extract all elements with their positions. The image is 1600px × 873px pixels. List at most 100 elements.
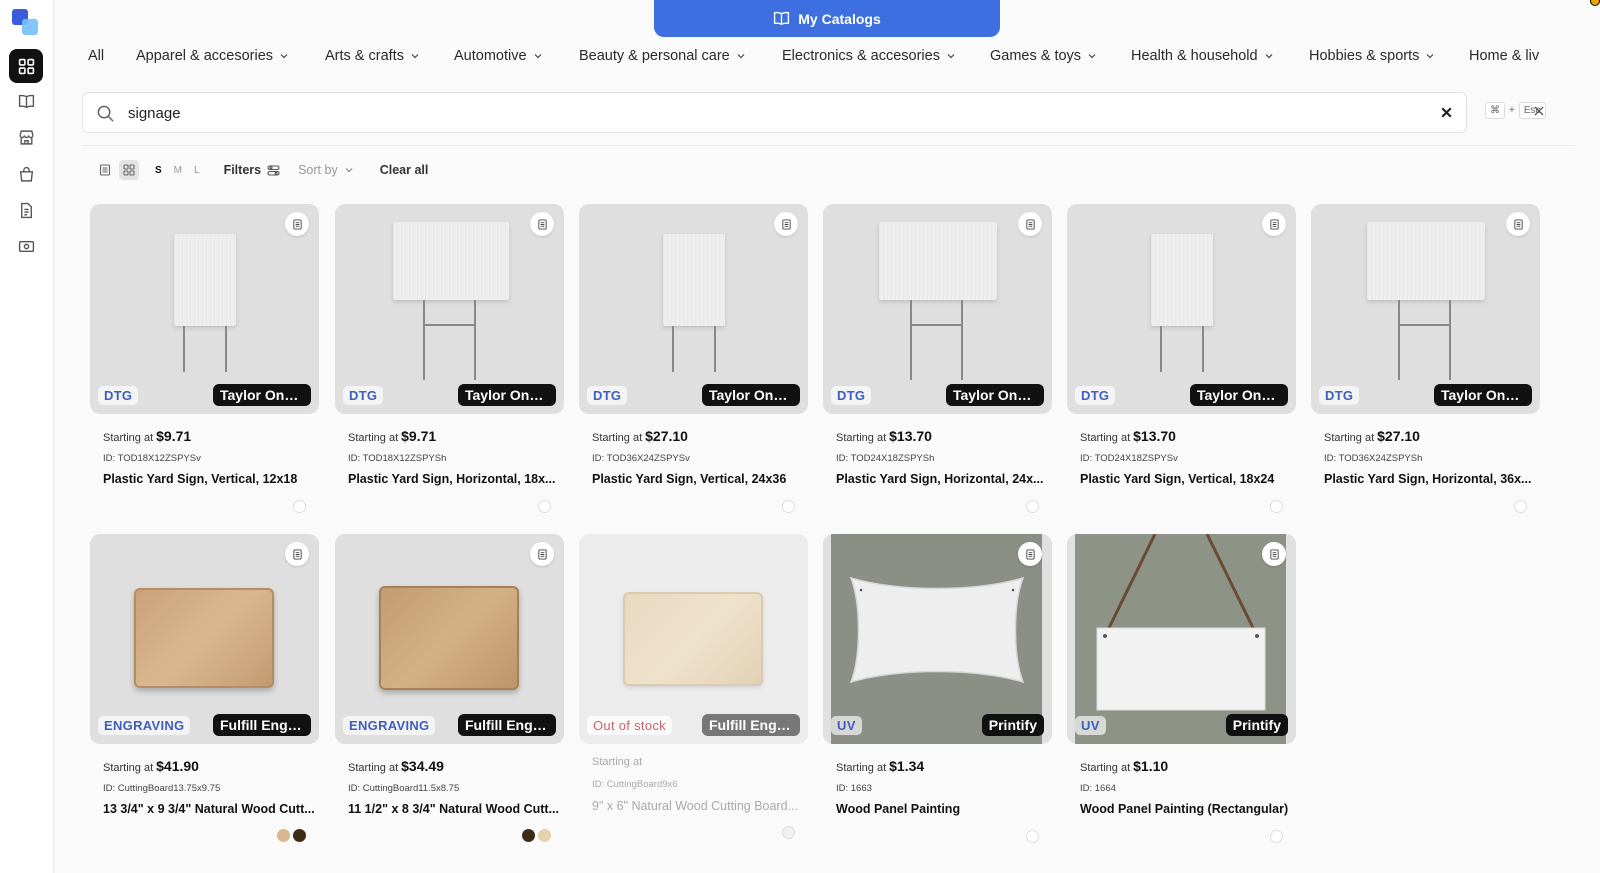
product-card[interactable]: DTG Taylor OnD... Starting at $9.71 ID: T… — [90, 204, 319, 514]
select-radio[interactable] — [293, 500, 306, 513]
product-id: ID: TOD36X24ZSPYSh — [1324, 453, 1423, 464]
category-home[interactable]: Home & liv — [1469, 48, 1539, 64]
product-image — [823, 534, 1052, 744]
nav-store-icon[interactable] — [9, 120, 43, 154]
product-card[interactable]: UV Printify Starting at $1.10 ID: 1664 Wo… — [1067, 534, 1296, 844]
select-radio[interactable] — [782, 500, 795, 513]
select-radio[interactable] — [1514, 500, 1527, 513]
product-name: 11 1/2" x 8 3/4" Natural Wood Cutt... — [348, 802, 559, 816]
product-card[interactable]: DTG Taylor OnD... Starting at $27.10 ID: … — [1311, 204, 1540, 514]
sort-by-dropdown[interactable]: Sort by — [298, 163, 354, 177]
add-to-catalog-icon[interactable] — [1506, 212, 1530, 236]
category-hobbies[interactable]: Hobbies & sports — [1309, 48, 1435, 64]
view-toolbar: S M L Filters Sort by Clear all — [95, 158, 428, 182]
category-bar: All Apparel & accesories Arts & crafts A… — [88, 48, 1600, 68]
select-radio[interactable] — [538, 500, 551, 513]
grid-view-icon[interactable] — [119, 160, 139, 180]
add-to-catalog-icon[interactable] — [1262, 542, 1286, 566]
category-arts[interactable]: Arts & crafts — [325, 48, 420, 64]
product-id: ID: TOD24X18ZSPYSv — [1080, 453, 1178, 464]
product-name: 9" x 6" Natural Wood Cutting Board... — [592, 799, 798, 813]
category-games[interactable]: Games & toys — [990, 48, 1097, 64]
select-radio[interactable] — [782, 826, 795, 839]
price-value: $41.90 — [156, 758, 199, 774]
print-technology-badge: UV — [831, 716, 862, 735]
select-radio[interactable] — [1270, 500, 1283, 513]
print-technology-badge: DTG — [98, 386, 139, 405]
color-swatch[interactable] — [293, 829, 306, 842]
color-swatch[interactable] — [522, 829, 535, 842]
filters-label: Filters — [223, 163, 262, 177]
app-logo[interactable] — [12, 9, 40, 37]
category-label: Hobbies & sports — [1309, 48, 1420, 64]
price-value: $1.10 — [1133, 758, 1169, 774]
add-to-catalog-icon[interactable] — [285, 542, 309, 566]
add-to-catalog-icon[interactable] — [1018, 212, 1042, 236]
category-apparel[interactable]: Apparel & accesories — [136, 48, 289, 64]
print-technology-badge: UV — [1075, 716, 1106, 735]
chevron-down-icon — [737, 54, 745, 59]
chevron-down-icon — [345, 168, 353, 173]
select-radio[interactable] — [1026, 500, 1039, 513]
category-label: Beauty & personal care — [579, 48, 730, 64]
price-prefix: Starting at — [592, 756, 643, 768]
chevron-down-icon — [534, 54, 541, 59]
filters-button[interactable]: Filters — [224, 163, 281, 177]
product-card[interactable]: DTG Taylor OnD... Starting at $9.71 ID: T… — [335, 204, 564, 514]
product-id: ID: CuttingBoard11.5x8.75 — [348, 783, 460, 794]
nav-document-icon[interactable] — [9, 193, 43, 227]
category-label: Electronics & accesories — [782, 48, 940, 64]
category-beauty[interactable]: Beauty & personal care — [579, 48, 746, 64]
add-to-catalog-icon[interactable] — [774, 212, 798, 236]
category-health[interactable]: Health & household — [1131, 48, 1274, 64]
add-to-catalog-icon[interactable] — [1262, 212, 1286, 236]
add-to-catalog-icon[interactable] — [530, 212, 554, 236]
add-to-catalog-icon[interactable] — [1018, 542, 1042, 566]
product-card[interactable]: UV Printify Starting at $1.34 ID: 1663 Wo… — [823, 534, 1052, 844]
color-swatch[interactable] — [277, 829, 290, 842]
provider-badge: Taylor OnD... — [213, 384, 311, 406]
size-small-button[interactable]: S — [155, 165, 162, 176]
price-value: $13.70 — [1133, 428, 1176, 444]
product-card[interactable]: ENGRAVING Fulfill Engine Starting at $41.… — [90, 534, 319, 844]
chevron-down-icon — [947, 54, 955, 59]
nav-book-icon[interactable] — [9, 84, 43, 118]
nav-bag-icon[interactable] — [9, 157, 43, 191]
size-medium-button[interactable]: M — [174, 165, 182, 176]
select-radio[interactable] — [1270, 830, 1283, 843]
add-to-catalog-icon[interactable] — [530, 542, 554, 566]
price-prefix: Starting at — [836, 432, 887, 444]
my-catalogs-button[interactable]: My Catalogs — [654, 0, 1000, 37]
product-id: ID: TOD24X18ZSPYSh — [836, 453, 935, 464]
chevron-down-icon — [280, 54, 288, 59]
category-label: Apparel & accesories — [136, 48, 274, 64]
close-icon[interactable] — [1533, 105, 1545, 117]
price-line: Starting at $1.10 — [1080, 758, 1168, 774]
clear-all-button[interactable]: Clear all — [380, 163, 429, 177]
list-view-icon[interactable] — [95, 160, 115, 180]
category-all[interactable]: All — [88, 48, 104, 64]
category-electronics[interactable]: Electronics & accesories — [782, 48, 956, 64]
provider-badge: Printify — [1225, 714, 1288, 736]
product-card[interactable]: ENGRAVING Fulfill Engine Starting at $34.… — [335, 534, 564, 844]
clear-search-icon[interactable] — [1439, 105, 1454, 120]
size-large-button[interactable]: L — [194, 165, 200, 176]
category-automotive[interactable]: Automotive — [454, 48, 543, 64]
price-prefix: Starting at — [348, 432, 399, 444]
filter-toggle-icon — [267, 164, 280, 176]
search-input[interactable] — [128, 101, 1398, 125]
product-card[interactable]: DTG Taylor OnD... Starting at $27.10 ID: … — [579, 204, 808, 514]
sort-by-label: Sort by — [298, 163, 338, 177]
add-to-catalog-icon[interactable] — [285, 212, 309, 236]
print-technology-badge: DTG — [587, 386, 628, 405]
product-card[interactable]: DTG Taylor OnD... Starting at $13.70 ID: … — [1067, 204, 1296, 514]
provider-badge: Printify — [981, 714, 1044, 736]
color-swatch[interactable] — [538, 829, 551, 842]
print-technology-badge: ENGRAVING — [98, 716, 191, 735]
nav-catalog-icon[interactable] — [9, 49, 43, 83]
product-card[interactable]: DTG Taylor OnD... Starting at $13.70 ID: … — [823, 204, 1052, 514]
provider-badge: Fulfill Engine — [458, 714, 556, 736]
select-radio[interactable] — [1026, 830, 1039, 843]
product-card[interactable]: Out of stock Fulfill Engine Starting at … — [579, 534, 808, 844]
nav-money-icon[interactable] — [9, 229, 43, 263]
